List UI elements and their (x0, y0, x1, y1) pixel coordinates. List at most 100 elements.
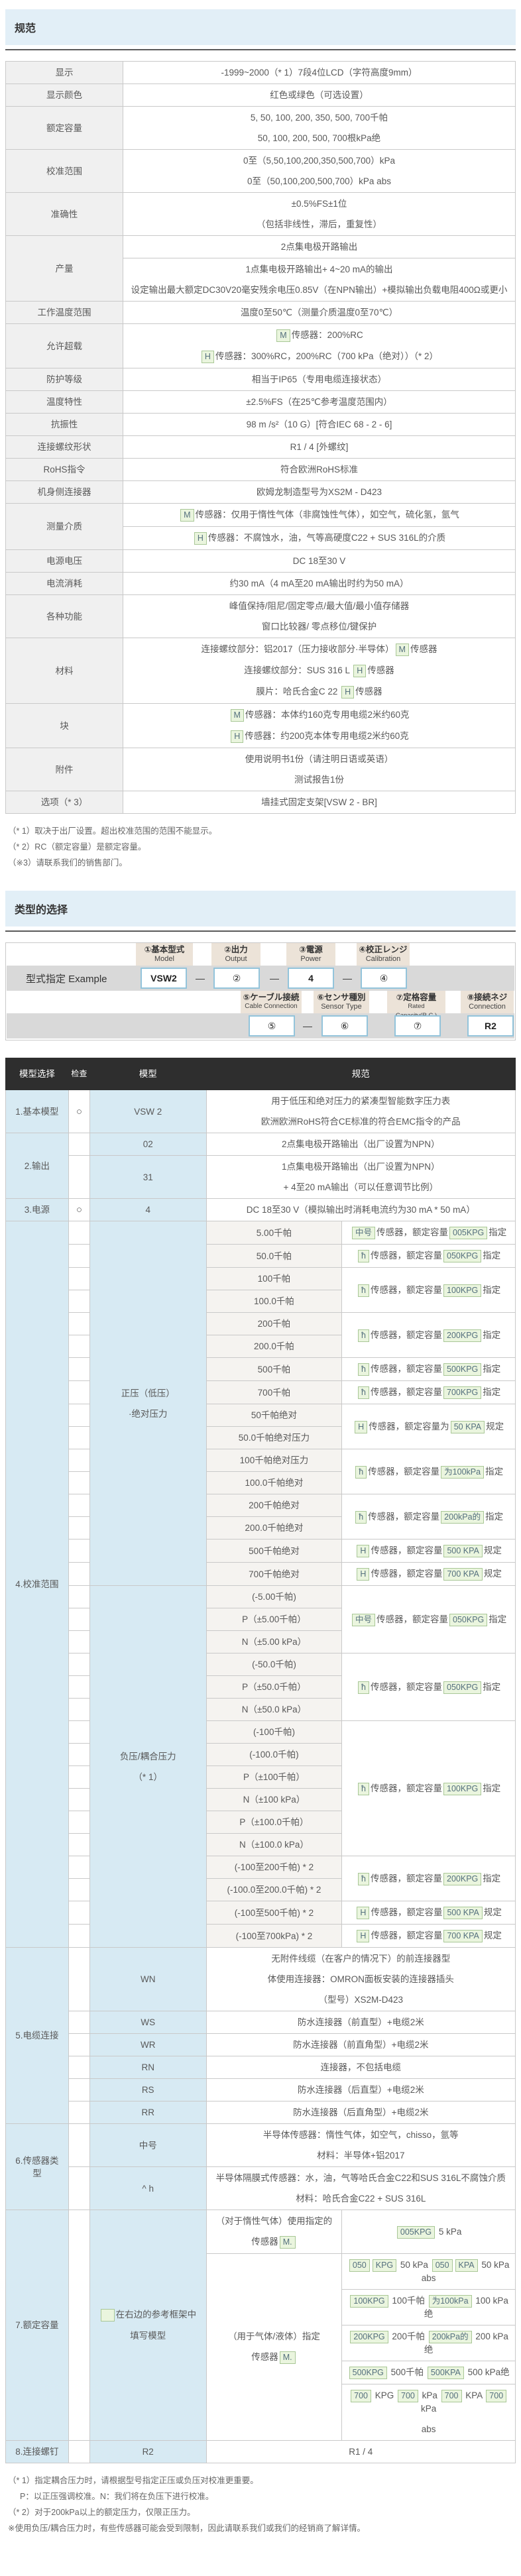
page: 规范 显示-1999~2000（* 1）7段4位LCD（字符高度9mm）显示颜色… (0, 0, 521, 2576)
range-cell: (-50.0千帕) (206, 1653, 342, 1676)
text-line: 5, 50, 100, 200, 350, 500, 700千帕 (129, 111, 510, 124)
capacity-desc-cell: （用于气体/液体）指定传感器M. (206, 2254, 342, 2441)
spec-row: 工作温度范围温度0至50℃（测量介质温度0至70℃） (6, 302, 516, 324)
code-badge: H (194, 532, 207, 545)
sensor-spec-cell: H传感器，额定容量500 KPA规定 (342, 1901, 516, 1925)
format-box-power: 4 (288, 968, 334, 989)
range-cell: 200千帕 (206, 1313, 342, 1335)
selection-row: 8.连接螺钉R2R1 / 4 (6, 2441, 516, 2463)
calibration-row: 200千帕绝对ħ传感器，额定容量200kPa的指定 (6, 1494, 516, 1517)
spec-value: M传感器：本体约160克专用电缆2米约60克H传感器：约200克本体专用电缆2米… (123, 704, 516, 748)
spec-value: ±0.5%FS±1位（包括非线性，滞后，重复性） (123, 193, 516, 236)
section-divider (5, 49, 516, 50)
spec-row: 选项（* 3）墙挂式固定支架[VSW 2 - BR] (6, 791, 516, 814)
text-line: 用于低压和绝对压力的紧凑型智能数字压力表 (212, 1095, 510, 1107)
code-badge: 中号 (352, 1614, 375, 1626)
text-line: M传感器：仅用于惰性气体（非腐蚀性气体），如空气，硫化氢，氩气 (129, 508, 510, 522)
spec-label: 显示 (6, 62, 123, 84)
check-cell (68, 1472, 89, 1494)
code-badge: 005KPG (397, 2226, 435, 2239)
spec-row: 显示颜色红色或绿色（可选设置） (6, 84, 516, 107)
header-spec: 规范 (206, 1058, 515, 1090)
check-cell (68, 1358, 89, 1381)
spec-value: M传感器：200%RCH传感器：300%RC，200%RC（700 kPa（绝对… (123, 324, 516, 368)
code-badge: ħ (358, 1681, 369, 1694)
section-name-cell: 7.额定容量 (6, 2210, 69, 2441)
capacity-value-cell: 050KPG 50 kPa 050KPA 50 kPa abs (342, 2254, 516, 2290)
check-cell (68, 1856, 89, 1879)
code-badge: 050 (349, 2259, 370, 2272)
spec-label: 块 (6, 704, 123, 748)
spec-row: 电源电压DC 18至30 V (6, 550, 516, 573)
spec-label: 校准范围 (6, 150, 123, 193)
check-cell (68, 1925, 89, 1948)
code-badge: 700KPG (443, 1386, 481, 1399)
check-cell (68, 1586, 89, 1608)
range-cell: 200千帕绝对 (206, 1494, 342, 1517)
code-badge: 500KPG (349, 2367, 387, 2379)
check-cell: ○ (68, 1090, 89, 1133)
range-cell: 200.0千帕 (206, 1335, 342, 1358)
check-cell (68, 1901, 89, 1925)
model-cell: R2 (89, 2441, 206, 2463)
text-line: R1 / 4 [外螺纹] (129, 441, 510, 453)
code-badge: 700 KPA (443, 1568, 482, 1581)
code-badge: ħ (358, 1363, 369, 1376)
code-badge: ħ (358, 1783, 369, 1795)
format-header-en: Model (136, 954, 193, 964)
spec-label: RoHS指令 (6, 459, 123, 481)
code-badge: 中号 (352, 1227, 375, 1239)
spec-row: 防护等级相当于IP65（专用电缆连接状态） (6, 368, 516, 391)
spec-row: 额定容量5, 50, 100, 200, 350, 500, 700千帕50, … (6, 107, 516, 150)
section-name-cell: 3.电源 (6, 1199, 69, 1221)
capacity-value-cell: 500KPG 500千帕 500KPA 500 kPa绝 (342, 2361, 516, 2384)
check-cell (68, 1335, 89, 1358)
text-line: 正压（低压） (95, 1387, 201, 1400)
model-cell: WN (89, 1948, 206, 2011)
header-model: 模型 (89, 1058, 206, 1090)
code-badge: 500 KPA (443, 1545, 482, 1557)
spec-cell: 连接器，不包括电缆 (206, 2056, 515, 2079)
text-line: 防水连接器（前直型）+电缆2米 (212, 2016, 510, 2029)
text-line: 相当于IP65（专用电缆连接状态） (129, 373, 510, 386)
check-cell (68, 2124, 89, 2167)
text-line: 98 m /s²（10 G）[符合IEC 68 - 2 - 6] (129, 418, 510, 431)
code-badge: ħ (355, 1466, 367, 1479)
model-cell: RS (89, 2079, 206, 2101)
range-cell: P（±100千帕） (206, 1766, 342, 1789)
model-cell: WR (89, 2034, 206, 2056)
code-badge: ħ (358, 1284, 369, 1297)
spec-row: 准确性±0.5%FS±1位（包括非线性，滞后，重复性） (6, 193, 516, 236)
text-line: 在右边的参考框架中 (95, 2308, 201, 2322)
spec-value: ±2.5%FS（在25℃参考温度范围内） (123, 391, 516, 414)
section-divider (5, 930, 516, 932)
spec-label: 测量介质 (6, 504, 123, 550)
code-badge: ħ (358, 1873, 369, 1885)
format-header-jp: ④校正レンジ (357, 945, 410, 954)
range-cell: 700千帕绝对 (206, 1563, 342, 1586)
calibration-row: 100千帕绝对压力ħ传感器，额定容量为100kPa指定 (6, 1449, 516, 1472)
capacity-row: 7.额定容量 在右边的参考框架中填写模型（对于惰性气体）使用指定的传感器M.00… (6, 2210, 516, 2254)
check-cell (68, 1313, 89, 1335)
text-line: （对于惰性气体）使用指定的 (212, 2215, 337, 2227)
spec-label: 材料 (6, 638, 123, 704)
section-name-cell: 8.连接螺钉 (6, 2441, 69, 2463)
check-cell (68, 1540, 89, 1563)
spec-cell: 半导体隔膜式传感器：水，油，气等哈氏合金C22和SUS 316L不腐蚀介质材料：… (206, 2167, 515, 2210)
header-check: 检查 (68, 1058, 89, 1090)
model-cell: WS (89, 2011, 206, 2034)
text-line: 防水连接器（后直型）+电缆2米 (212, 2084, 510, 2096)
model-selection-table: 模型选择 检查 模型 规范 1.基本模型○VSW 2用于低压和绝对压力的紧凑型智… (5, 1058, 516, 2463)
code-badge: 200kPa的 (429, 2331, 472, 2343)
spec-row: 抗振性98 m /s²（10 G）[符合IEC 68 - 2 - 6] (6, 414, 516, 436)
text-line: 约30 mA（4 mA至20 mA输出时约为50 mA） (129, 577, 510, 590)
text-line: 无附件线缆（在客户的情况下）的前连接器型 (212, 1952, 510, 1965)
spec-row: 电流消耗约30 mA（4 mA至20 mA输出时约为50 mA） (6, 573, 516, 595)
text-line: 700 KPG 700 kPa 700 KPA 700 kPa (347, 2389, 510, 2415)
pressure-group-cell: 正压（低压）·绝对压力 (89, 1221, 206, 1586)
selection-row: RR防水连接器（后直角型）+电缆2米 (6, 2101, 516, 2124)
spec-value: 符合欧洲RoHS标准 (123, 459, 516, 481)
spec-value: 98 m /s²（10 G）[符合IEC 68 - 2 - 6] (123, 414, 516, 436)
footnote: （※3）请联系我们的销售部门。 (8, 855, 513, 871)
format-header-calibration: ④校正レンジ Calibration (357, 943, 410, 966)
